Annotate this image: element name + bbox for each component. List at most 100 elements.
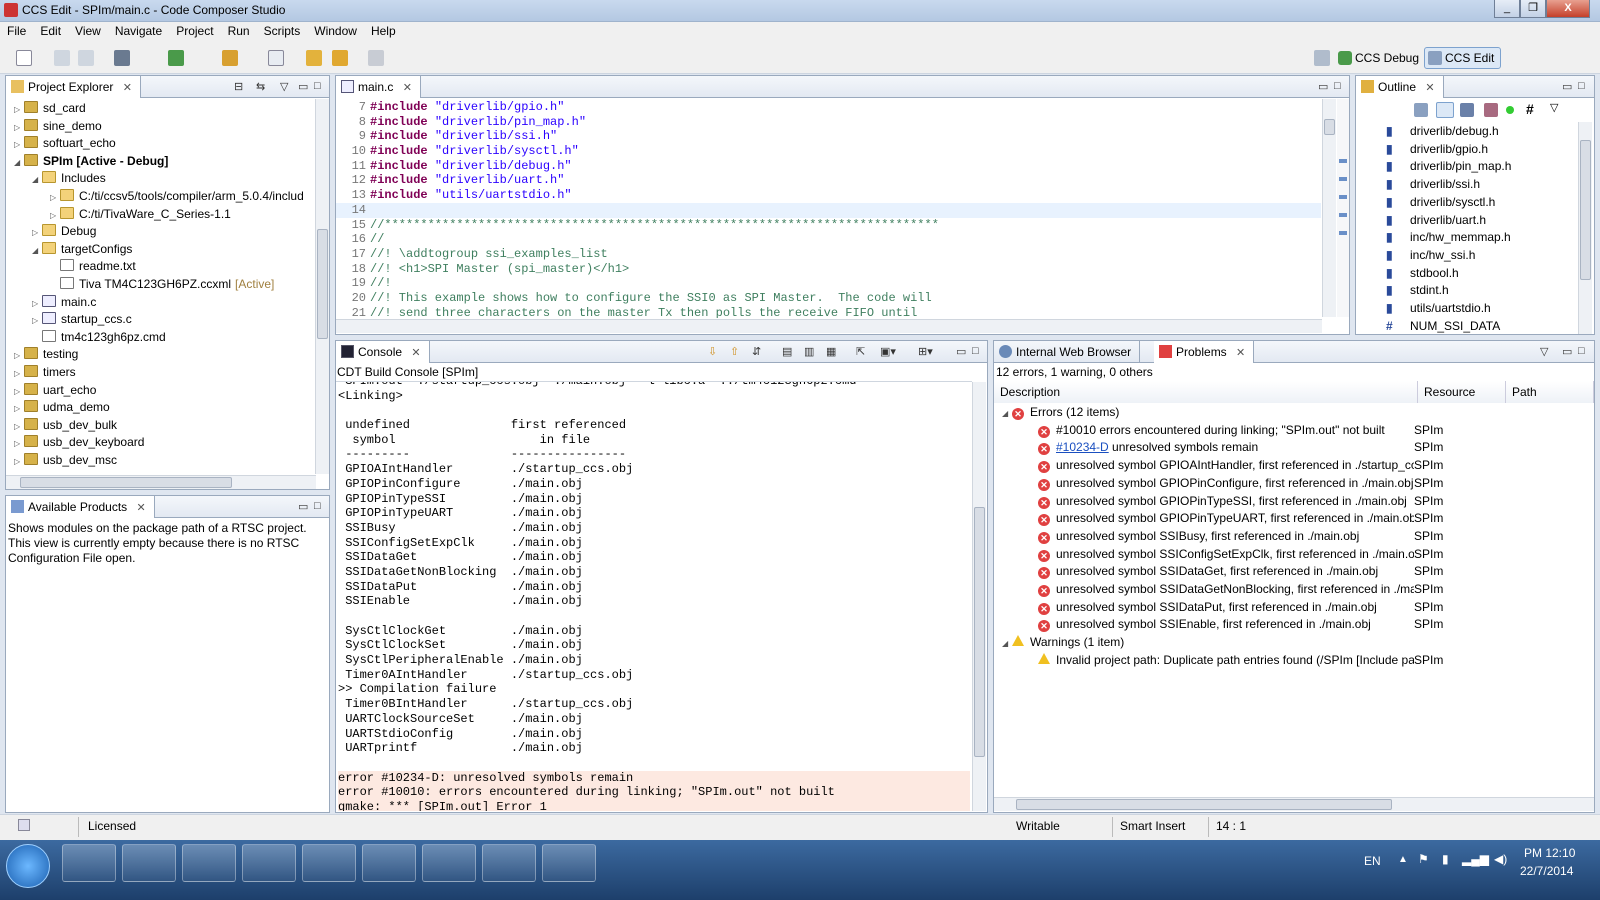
- open-console-icon[interactable]: ⇱: [856, 345, 865, 358]
- collapsed-arrow-icon[interactable]: ▷: [14, 435, 24, 452]
- view-menu-icon[interactable]: ▽: [280, 80, 288, 93]
- internet-explorer-icon[interactable]: [62, 844, 116, 882]
- scroll-thumb[interactable]: [1324, 119, 1335, 135]
- last-edit-icon[interactable]: [306, 50, 322, 66]
- tree-item[interactable]: ▷ uart_echo: [14, 382, 96, 400]
- tab-available-products[interactable]: Available Products ✕: [6, 496, 155, 518]
- expanded-arrow-icon[interactable]: ◢: [14, 154, 24, 171]
- scroll-thumb-horizontal[interactable]: [1016, 799, 1392, 810]
- pin-console-icon[interactable]: ▦: [826, 345, 836, 358]
- menu-scripts[interactable]: Scripts: [257, 22, 308, 38]
- tree-horizontal-scrollbar[interactable]: [6, 475, 316, 489]
- tree-item[interactable]: readme.txt: [50, 258, 136, 276]
- close-icon[interactable]: ✕: [137, 502, 146, 514]
- problem-row[interactable]: ✕ unresolved symbol SSIDataGetNonBlocking…: [994, 581, 1594, 599]
- view-menu-icon[interactable]: ▽: [1540, 345, 1548, 358]
- collapse-all-icon[interactable]: [1414, 103, 1428, 117]
- calculator-icon[interactable]: [422, 844, 476, 882]
- view-menu-icon[interactable]: ▽: [1550, 101, 1566, 117]
- collapsed-arrow-icon[interactable]: ▷: [32, 224, 42, 241]
- forward-arrow-icon[interactable]: [368, 50, 384, 66]
- close-icon[interactable]: ✕: [123, 82, 132, 94]
- problem-row[interactable]: ✕ #10010 errors encountered during linkin…: [994, 422, 1594, 440]
- overview-ruler[interactable]: [1337, 99, 1349, 317]
- problem-row[interactable]: Invalid project path: Duplicate path ent…: [994, 652, 1594, 670]
- menu-run[interactable]: Run: [221, 22, 257, 38]
- error-code-link[interactable]: #10234-D: [1056, 440, 1109, 454]
- hide-fields-icon[interactable]: [1460, 103, 1474, 117]
- outline-item[interactable]: ▮ inc/hw_memmap.h: [1386, 229, 1511, 247]
- open-perspective-icon[interactable]: [1314, 50, 1330, 66]
- outline-item[interactable]: ▮ driverlib/gpio.h: [1386, 141, 1488, 159]
- problem-row[interactable]: ✕ unresolved symbol GPIOPinConfigure, fir…: [994, 475, 1594, 493]
- tab-main-c[interactable]: main.c ✕: [336, 76, 421, 98]
- problem-row[interactable]: ✕ unresolved symbol SSIConfigSetExpClk, f…: [994, 546, 1594, 564]
- outline-vertical-scrollbar[interactable]: [1578, 122, 1592, 334]
- tree-item[interactable]: ◢ targetConfigs: [32, 241, 132, 259]
- menu-project[interactable]: Project: [169, 22, 220, 38]
- collapsed-arrow-icon[interactable]: ▷: [14, 101, 24, 118]
- code-editor[interactable]: 7 #include "driverlib/gpio.h" 8 #include "d…: [336, 100, 1321, 318]
- problem-row[interactable]: ✕ unresolved symbol GPIOPinTypeUART, firs…: [994, 510, 1594, 528]
- scroll-thumb[interactable]: [1580, 140, 1591, 280]
- column-resource[interactable]: Resource: [1418, 381, 1506, 403]
- close-button[interactable]: X: [1546, 0, 1590, 18]
- tab-project-explorer[interactable]: Project Explorer ✕: [6, 76, 141, 98]
- copy-console-icon[interactable]: ▥: [804, 345, 814, 358]
- debug-bug-icon[interactable]: [168, 50, 184, 66]
- link-editor-icon[interactable]: ⇆: [256, 80, 265, 93]
- tree-item[interactable]: tm4c123gh6pz.cmd: [32, 329, 166, 347]
- collapsed-arrow-icon[interactable]: ▷: [14, 365, 24, 382]
- column-description[interactable]: Description: [994, 381, 1418, 403]
- maximize-view-icon[interactable]: □: [1578, 80, 1585, 92]
- perspective-ccs-edit[interactable]: CCS Edit: [1424, 47, 1502, 69]
- collapsed-arrow-icon[interactable]: ▷: [14, 136, 24, 153]
- tree-vertical-scrollbar[interactable]: [315, 99, 329, 474]
- action-center-icon[interactable]: ⚑: [1418, 852, 1429, 866]
- expanded-arrow-icon[interactable]: ◢: [1002, 635, 1012, 652]
- tree-item[interactable]: ▷ softuart_echo: [14, 135, 116, 153]
- scroll-thumb[interactable]: [974, 507, 985, 757]
- back-arrow-icon[interactable]: [332, 50, 348, 66]
- outline-item[interactable]: ▮ driverlib/sysctl.h: [1386, 194, 1495, 212]
- clock-date[interactable]: 22/7/2014: [1520, 864, 1573, 878]
- scroll-down-icon[interactable]: ⇩: [708, 345, 717, 358]
- scroll-lock-icon[interactable]: ⇵: [752, 345, 761, 358]
- problem-row[interactable]: ✕ unresolved symbol GPIOAIntHandler, firs…: [994, 457, 1594, 475]
- minimize-view-icon[interactable]: ▭: [956, 345, 966, 358]
- maximize-view-icon[interactable]: □: [972, 345, 979, 357]
- start-button[interactable]: [6, 844, 50, 888]
- tab-console[interactable]: Console ✕: [336, 341, 430, 363]
- scroll-thumb-horizontal[interactable]: [20, 477, 232, 488]
- sort-icon[interactable]: [1436, 102, 1454, 118]
- hide-macros-icon[interactable]: #: [1526, 101, 1542, 117]
- tree-item[interactable]: ▷ main.c: [32, 294, 96, 312]
- maximize-view-icon[interactable]: □: [314, 80, 321, 92]
- close-icon[interactable]: ✕: [403, 82, 412, 94]
- tab-internal-web-browser[interactable]: Internal Web Browser: [994, 341, 1141, 363]
- paint-icon[interactable]: [482, 844, 536, 882]
- collapsed-arrow-icon[interactable]: ▷: [14, 119, 24, 136]
- file-explorer-icon[interactable]: [122, 844, 176, 882]
- console-output[interactable]: SPIm.out ./startup_ccs.obj ./main.obj -l…: [338, 382, 970, 811]
- tree-item[interactable]: ▷ sine_demo: [14, 118, 102, 136]
- minimize-button[interactable]: _: [1494, 0, 1520, 18]
- fast-view-icon[interactable]: [18, 819, 30, 831]
- close-icon[interactable]: ✕: [411, 347, 420, 359]
- clear-console-icon[interactable]: ▤: [782, 345, 792, 358]
- collapsed-arrow-icon[interactable]: ▷: [14, 418, 24, 435]
- outline-item[interactable]: ▮ driverlib/uart.h: [1386, 212, 1486, 230]
- menu-window[interactable]: Window: [307, 22, 364, 38]
- new-icon[interactable]: [16, 50, 32, 66]
- scroll-up-icon[interactable]: ⇧: [730, 345, 739, 358]
- expanded-arrow-icon[interactable]: ◢: [32, 242, 42, 259]
- menu-navigate[interactable]: Navigate: [108, 22, 169, 38]
- hide-static-icon[interactable]: [1484, 103, 1498, 117]
- volume-icon[interactable]: ◀): [1494, 852, 1507, 866]
- outline-item[interactable]: ▮ stdint.h: [1386, 282, 1449, 300]
- flash-icon[interactable]: [222, 50, 238, 66]
- problem-row[interactable]: ✕ unresolved symbol SSIDataPut, first ref…: [994, 599, 1594, 617]
- problem-row[interactable]: ✕ unresolved symbol SSIBusy, first refere…: [994, 528, 1594, 546]
- chrome-icon[interactable]: [242, 844, 296, 882]
- errors-group[interactable]: ◢ ✕ Errors (12 items): [994, 404, 1594, 422]
